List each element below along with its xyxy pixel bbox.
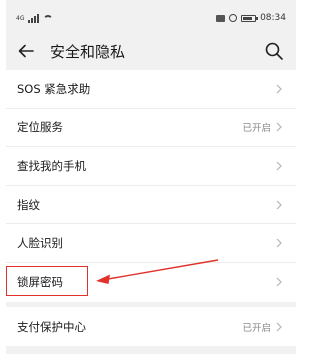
- annotation-arrow: [96, 259, 219, 284]
